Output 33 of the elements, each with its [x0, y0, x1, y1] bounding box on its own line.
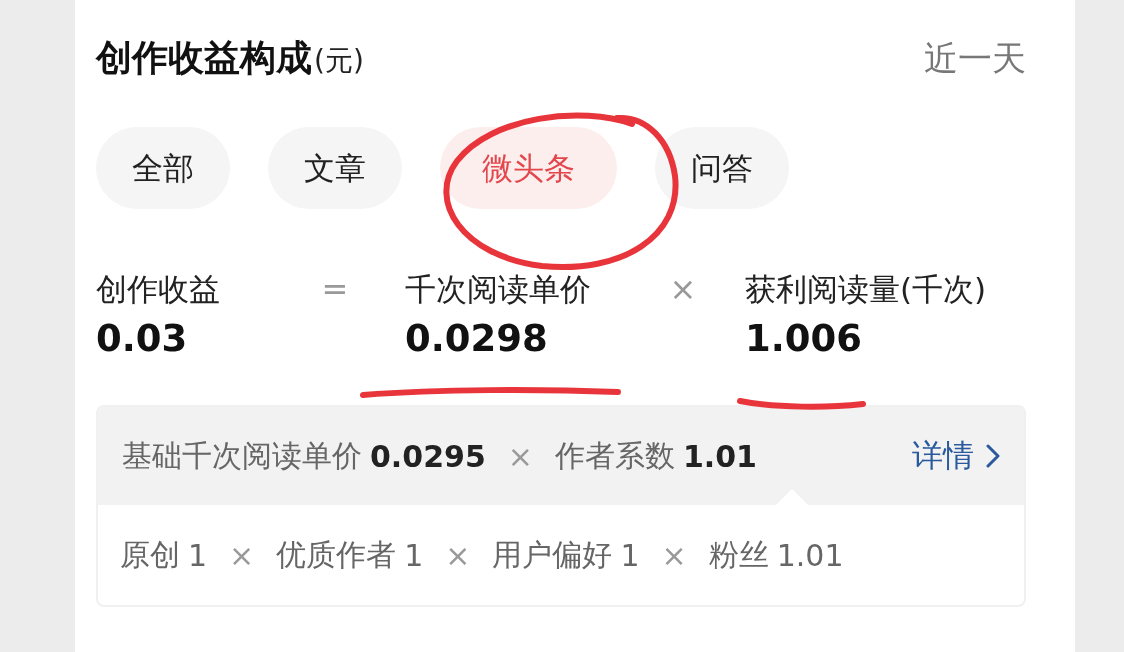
unit-label: (元) — [314, 44, 364, 77]
operator-symbol: × — [669, 270, 697, 308]
factor-label: 作者系数 — [554, 436, 675, 475]
details-link[interactable]: 详情 — [912, 435, 974, 477]
factor-label: 原创 — [120, 535, 180, 574]
operator-symbol: × — [661, 537, 687, 573]
factor-label: 粉丝 — [708, 535, 769, 574]
metric-value: 0.03 — [96, 316, 189, 362]
chevron-right-icon[interactable] — [986, 444, 1000, 468]
factor-value: 1.01 — [682, 438, 757, 474]
operator-symbol: × — [229, 537, 255, 573]
tab[interactable]: 文章 — [268, 127, 402, 209]
factor-value: 1 — [188, 537, 208, 573]
factor-label: 基础千次阅读单价 — [122, 436, 362, 475]
metric-label: 创作收益 — [96, 270, 221, 309]
factor-value: 0.0295 — [370, 438, 486, 474]
metric-value: 0.0298 — [405, 316, 549, 362]
period-selector[interactable]: 近一天 — [924, 36, 1026, 82]
metric-label: 获利阅读量(千次) — [745, 270, 988, 309]
operator-symbol: × — [507, 438, 533, 474]
operator-symbol: × — [445, 537, 471, 573]
factor-value: 1.01 — [776, 537, 844, 573]
operator-symbol: = — [321, 270, 349, 308]
factor-value: 1 — [404, 537, 424, 573]
tab[interactable]: 微头条 — [440, 127, 617, 209]
section-title: 创作收益构成 — [96, 37, 312, 78]
factor-value: 1 — [620, 537, 640, 573]
metric-label: 千次阅读单价 — [405, 270, 592, 309]
factor-label: 用户偏好 — [492, 535, 613, 574]
tab[interactable]: 全部 — [96, 127, 230, 209]
tab[interactable]: 问答 — [655, 127, 789, 209]
factor-label: 优质作者 — [276, 535, 397, 574]
metric-value: 1.006 — [745, 316, 864, 362]
